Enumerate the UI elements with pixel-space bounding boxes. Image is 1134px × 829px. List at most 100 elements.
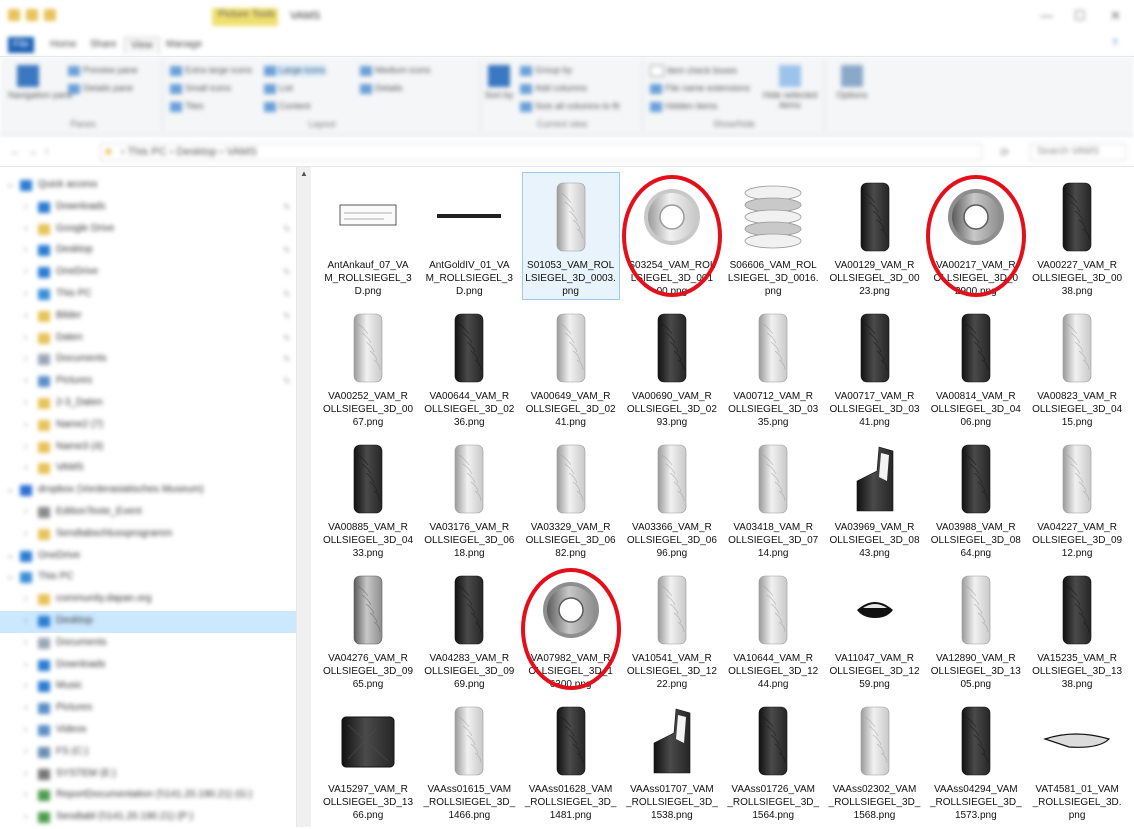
chevron-right-icon[interactable]: ›	[24, 811, 27, 822]
sidebar-item[interactable]: › ReportDocumentation (\\141.20.190.21) (…	[0, 785, 296, 807]
file-item[interactable]: VA03969_VAM_R OLLSIEGEL_3D_08 43.png	[827, 435, 923, 561]
file-item[interactable]: AntGoldIV_01_VA M_ROLLSIEGEL_3 D.png	[421, 173, 517, 299]
sidebar-item[interactable]: › Bilder ✎	[0, 306, 296, 328]
file-item[interactable]: VA03329_VAM_R OLLSIEGEL_3D_06 82.png	[523, 435, 619, 561]
layout-details[interactable]: Details	[360, 83, 403, 94]
help-icon[interactable]: ?	[1112, 38, 1118, 49]
new-folder-icon[interactable]	[44, 9, 56, 21]
tab-view[interactable]: View	[124, 37, 160, 54]
file-item[interactable]: VA00252_VAM_R OLLSIEGEL_3D_00 67.png	[320, 304, 416, 430]
file-item[interactable]: VAAss01615_VAM _ROLLSIEGEL_3D_ 1466.png	[421, 697, 517, 823]
search-input[interactable]: Search VAMS	[1030, 143, 1126, 161]
file-item[interactable]: VA00717_VAM_R OLLSIEGEL_3D_03 41.png	[827, 304, 923, 430]
navigation-pane-button[interactable]: Navigation pane	[8, 65, 73, 100]
file-item[interactable]: VA00814_VAM_R OLLSIEGEL_3D_04 06.png	[928, 304, 1024, 430]
chevron-right-icon[interactable]: ›	[24, 397, 27, 408]
chevron-down-icon[interactable]: ⌄	[6, 179, 14, 190]
sidebar-item[interactable]: › Downloads ✎	[0, 197, 296, 219]
file-item[interactable]: VAAss01726_VAM _ROLLSIEGEL_3D_ 1564.png	[725, 697, 821, 823]
chevron-right-icon[interactable]: ›	[24, 506, 27, 517]
file-item[interactable]: VA04276_VAM_R OLLSIEGEL_3D_09 65.png	[320, 566, 416, 692]
sidebar-item[interactable]: › SYSTEM (E:)	[0, 764, 296, 786]
hide-selected-items-button[interactable]: Hide selected items	[762, 65, 818, 110]
file-item[interactable]: VA00712_VAM_R OLLSIEGEL_3D_03 35.png	[725, 304, 821, 430]
refresh-icon[interactable]: ⟳	[1000, 146, 1009, 159]
chevron-right-icon[interactable]: ›	[24, 724, 27, 735]
sidebar-item[interactable]: › Desktop	[0, 611, 296, 633]
chevron-right-icon[interactable]: ›	[24, 201, 27, 212]
sidebar-item[interactable]: › Google Drive ✎	[0, 219, 296, 241]
chevron-right-icon[interactable]: ›	[24, 441, 27, 452]
chevron-right-icon[interactable]: ›	[24, 528, 27, 539]
item-checkboxes-toggle[interactable]: Item check boxes	[650, 65, 737, 77]
chevron-right-icon[interactable]: ›	[24, 353, 27, 364]
sidebar-item[interactable]: › VAMS	[0, 458, 296, 480]
sidebar-item[interactable]: › Documents ✎	[0, 349, 296, 371]
chevron-right-icon[interactable]: ›	[24, 768, 27, 779]
minimize-button[interactable]: —	[1040, 8, 1053, 23]
hidden-items-toggle[interactable]: Hidden items	[650, 101, 718, 112]
chevron-down-icon[interactable]: ⌄	[6, 550, 14, 561]
sidebar-item[interactable]: ⌄ dropbox (Vorderasiatisches Museum)	[0, 480, 296, 502]
file-item[interactable]: VA00649_VAM_R OLLSIEGEL_3D_02 41.png	[523, 304, 619, 430]
file-item[interactable]: VA04227_VAM_R OLLSIEGEL_3D_09 12.png	[1029, 435, 1125, 561]
sidebar-item[interactable]: › Music	[0, 676, 296, 698]
group-by-button[interactable]: Group by	[520, 65, 572, 76]
chevron-down-icon[interactable]: ⌄	[6, 571, 14, 582]
scroll-up-icon[interactable]: ▲	[300, 169, 308, 178]
sidebar-item[interactable]: › Desktop ✎	[0, 240, 296, 262]
layout-medium-icons[interactable]: Medium icons	[360, 65, 431, 76]
layout-tiles[interactable]: Tiles	[170, 101, 204, 112]
chevron-down-icon[interactable]: ⌄	[6, 484, 14, 495]
tab-file[interactable]: File	[8, 37, 34, 53]
chevron-right-icon[interactable]: ›	[24, 746, 27, 757]
file-item[interactable]: VAAss01707_VAM _ROLLSIEGEL_3D_ 1538.png	[624, 697, 720, 823]
address-bar[interactable]: ■ › This PC › Desktop › VAMS	[100, 143, 982, 161]
sidebar-item[interactable]: › Downloads	[0, 655, 296, 677]
chevron-right-icon[interactable]: ›	[24, 593, 27, 604]
sidebar-item[interactable]: ⌄ This PC	[0, 567, 296, 589]
file-item[interactable]: VAAss01628_VAM _ROLLSIEGEL_3D_ 1481.png	[523, 697, 619, 823]
add-columns-button[interactable]: Add columns	[520, 83, 587, 94]
chevron-right-icon[interactable]: ›	[24, 288, 27, 299]
sidebar-item[interactable]: › 2-3_Daten	[0, 393, 296, 415]
sidebar-item[interactable]: › Name3 (4)	[0, 437, 296, 459]
picture-tools-context-tab[interactable]: Picture Tools	[212, 8, 278, 26]
chevron-right-icon[interactable]: ›	[24, 375, 27, 386]
chevron-right-icon[interactable]: ›	[24, 702, 27, 713]
chevron-right-icon[interactable]: ›	[24, 659, 27, 670]
sidebar-item[interactable]: › Daten ✎	[0, 328, 296, 350]
sidebar-item[interactable]: › Name2 (7)	[0, 415, 296, 437]
layout-large-icons[interactable]: Large icons	[264, 65, 326, 76]
sidebar-item[interactable]: › EditionTexte_Event	[0, 502, 296, 524]
file-item[interactable]: S03254_VAM_ROL LSIEGEL_3D_001 00.png	[624, 173, 720, 299]
sidebar-item[interactable]: › OneDrive ✎	[0, 262, 296, 284]
file-item[interactable]: VA15297_VAM_R OLLSIEGEL_3D_13 66.png	[320, 697, 416, 823]
chevron-right-icon[interactable]: ›	[24, 462, 27, 473]
file-item[interactable]: VA00217_VAM_R OLLSIEGEL_3D_0 2900.png	[928, 173, 1024, 299]
file-extensions-toggle[interactable]: File name extensions	[650, 83, 750, 94]
file-item[interactable]: VA10644_VAM_R OLLSIEGEL_3D_12 44.png	[725, 566, 821, 692]
file-item[interactable]: VA03988_VAM_R OLLSIEGEL_3D_08 64.png	[928, 435, 1024, 561]
layout-content[interactable]: Content	[264, 101, 311, 112]
breadcrumb[interactable]: › This PC › Desktop › VAMS	[121, 146, 257, 158]
quick-access-toolbar[interactable]	[8, 9, 56, 21]
file-item[interactable]: VAT4581_01_VAM _ROLLSIEGEL_3D. png	[1029, 697, 1125, 823]
sidebar-item[interactable]: ⌄ OneDrive	[0, 546, 296, 568]
layout-small-icons[interactable]: Small icons	[170, 83, 231, 94]
chevron-right-icon[interactable]: ›	[24, 419, 27, 430]
tab-home[interactable]: Home	[44, 37, 83, 53]
sidebar-item[interactable]: ⌄ Quick access	[0, 175, 296, 197]
file-item[interactable]: VA00227_VAM_R OLLSIEGEL_3D_00 38.png	[1029, 173, 1125, 299]
tab-manage[interactable]: Manage	[160, 37, 208, 53]
layout-extra-large-icons[interactable]: Extra large icons	[170, 65, 252, 76]
sidebar-item[interactable]: › This PC ✎	[0, 284, 296, 306]
chevron-right-icon[interactable]: ›	[24, 332, 27, 343]
maximize-button[interactable]: ☐	[1074, 8, 1086, 24]
file-item[interactable]: VA15235_VAM_R OLLSIEGEL_3D_13 38.png	[1029, 566, 1125, 692]
sort-by-button[interactable]: Sort by	[484, 65, 514, 100]
sidebar-item[interactable]: › Documents	[0, 633, 296, 655]
file-item[interactable]: VA03176_VAM_R OLLSIEGEL_3D_06 18.png	[421, 435, 517, 561]
file-item[interactable]: VA07982_VAM_R OLLSIEGEL_3D_1 6300.png	[523, 566, 619, 692]
layout-list[interactable]: List	[264, 83, 293, 94]
